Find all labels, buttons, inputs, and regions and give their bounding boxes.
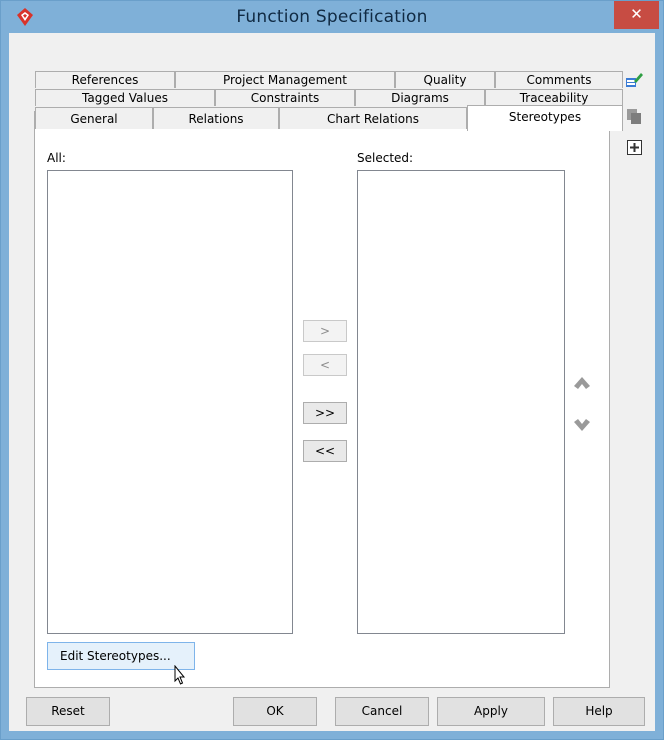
move-right-button[interactable]: > — [303, 320, 347, 342]
cancel-button[interactable]: Cancel — [335, 697, 429, 726]
tab-diagrams[interactable]: Diagrams — [355, 89, 485, 106]
window-title: Function Specification — [236, 7, 428, 27]
tab-comments[interactable]: Comments — [495, 71, 623, 88]
reset-button[interactable]: Reset — [26, 697, 110, 726]
tab-constraints[interactable]: Constraints — [215, 89, 355, 106]
close-button[interactable]: ✕ — [614, 1, 659, 29]
tab-traceability[interactable]: Traceability — [485, 89, 623, 106]
tab-chart-relations[interactable]: Chart Relations — [279, 107, 467, 129]
apply-button[interactable]: Apply — [437, 697, 545, 726]
ok-button[interactable]: OK — [233, 697, 317, 726]
tab-tagged-values[interactable]: Tagged Values — [35, 89, 215, 106]
all-label: All: — [47, 151, 66, 165]
move-down-icon[interactable] — [573, 417, 591, 433]
selected-stereotypes-list[interactable] — [357, 170, 565, 634]
help-button[interactable]: Help — [553, 697, 645, 726]
tab-stereotypes[interactable]: Stereotypes — [467, 105, 623, 131]
selected-label: Selected: — [357, 151, 414, 165]
all-stereotypes-list[interactable] — [47, 170, 293, 634]
dialog-window: Function Specification ✕ References Proj… — [0, 0, 664, 740]
tab-references[interactable]: References — [35, 71, 175, 88]
edit-stereotypes-button[interactable]: Edit Stereotypes... — [47, 642, 195, 670]
tab-relations[interactable]: Relations — [153, 107, 279, 129]
edit-properties-icon[interactable] — [625, 71, 643, 89]
move-left-button[interactable]: < — [303, 354, 347, 376]
dialog-body: References Project Management Quality Co… — [9, 33, 655, 731]
copy-properties-icon[interactable] — [625, 107, 643, 125]
tab-general[interactable]: General — [35, 107, 153, 129]
move-all-left-button[interactable]: << — [303, 440, 347, 462]
move-up-icon[interactable] — [573, 375, 591, 391]
tab-quality[interactable]: Quality — [395, 71, 495, 88]
tab-project-management[interactable]: Project Management — [175, 71, 395, 88]
move-all-right-button[interactable]: >> — [303, 402, 347, 424]
add-tab-icon[interactable] — [626, 139, 644, 157]
title-bar[interactable]: Function Specification ✕ — [1, 1, 663, 33]
